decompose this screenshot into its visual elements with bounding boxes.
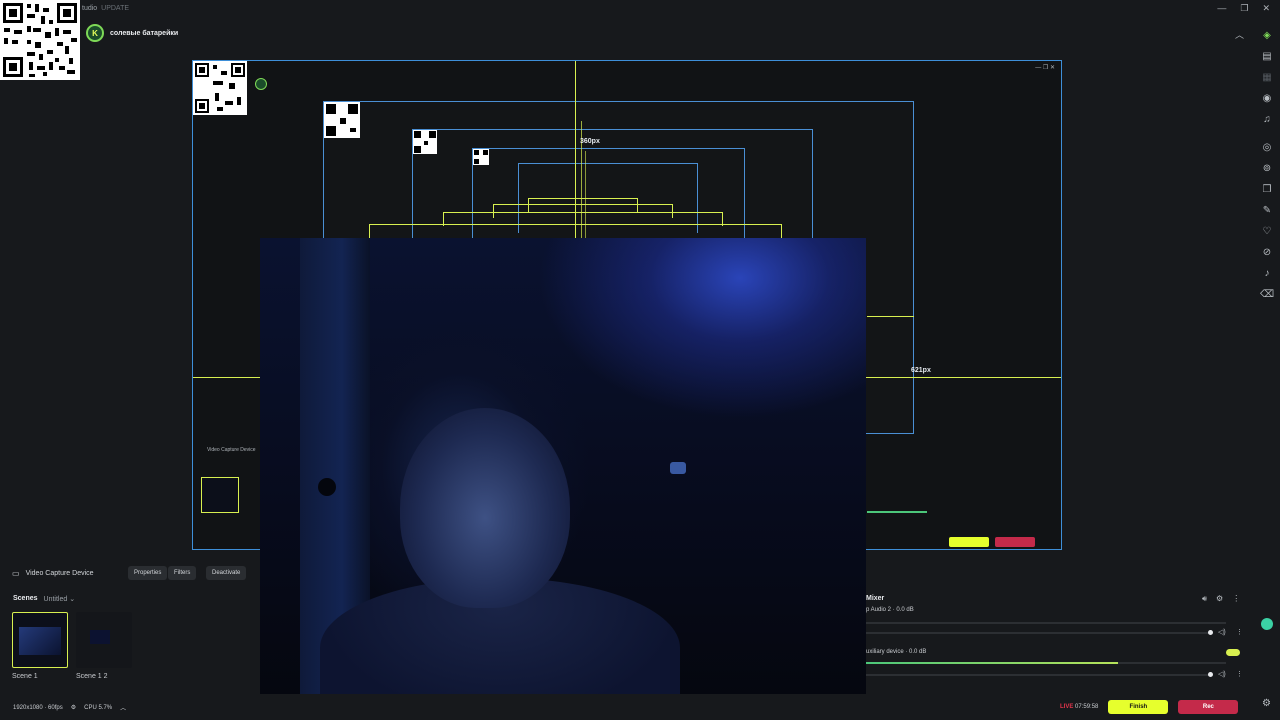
mixer-controls: 🔊︎ ⚙ ⋮ [1202, 594, 1240, 604]
studio-app: tudio UPDATE — ❐ ✕ K солевые батарейки ︿ [0, 0, 1280, 720]
channel-toggle[interactable] [1226, 649, 1240, 656]
mixer-channel-name: uxiliary device · 0.0 dB [866, 649, 927, 655]
scenes-header: Scenes Untitled ⌄ [13, 595, 75, 603]
chevron-up-icon[interactable]: ︿ [1235, 28, 1244, 41]
preview-logo-icon [255, 78, 267, 90]
resolution-label: 1920x1080 · 60fps [13, 704, 63, 711]
qr-code-icon [413, 130, 437, 154]
studio-logo-icon[interactable]: ◈ [1260, 29, 1274, 43]
bell-icon[interactable]: ♫ [1260, 113, 1274, 127]
scene-collection-dropdown[interactable]: Untitled ⌄ [44, 595, 76, 603]
window-controls: — ❐ ✕ [1217, 3, 1270, 14]
scene-thumbnail [19, 627, 61, 655]
source-bar: ▭ Video Capture Device [12, 566, 94, 580]
scene-card[interactable] [12, 612, 68, 668]
qr-code-icon [193, 61, 247, 115]
more-icon[interactable]: ⋮ [1236, 628, 1243, 636]
channel-name: солевые батарейки [110, 29, 179, 37]
scene-thumbnail [90, 630, 110, 644]
mixer-channel-slider[interactable] [866, 674, 1212, 676]
mixer-channel-slider[interactable] [866, 632, 1212, 634]
meter-fill [866, 662, 1118, 664]
app-name: tudio [82, 5, 98, 12]
live-timer: LIVE 07:59:58 [1060, 704, 1098, 710]
more-icon[interactable]: ⋮ [1236, 670, 1243, 678]
close-icon[interactable]: ✕ [1262, 3, 1270, 14]
minimize-icon[interactable]: — [1217, 3, 1226, 14]
speaker-icon[interactable]: ◁) [1218, 670, 1226, 678]
gear-icon[interactable]: ⚙ [1216, 594, 1223, 604]
maximize-icon[interactable]: ❐ [1240, 3, 1248, 14]
scenes-title: Scenes [13, 595, 38, 602]
scene-label: Scene 1 2 [76, 673, 108, 680]
mixer-title: Mixer [866, 595, 885, 602]
layout-icon[interactable]: ▤ [1260, 50, 1274, 64]
properties-button[interactable]: Properties [128, 566, 168, 580]
volume-knob[interactable] [1208, 672, 1213, 677]
title-bar: tudio UPDATE — ❐ ✕ [0, 0, 1280, 18]
finish-button[interactable]: Finish [1108, 700, 1169, 714]
heart-icon[interactable]: ♡ [1260, 225, 1274, 239]
nested-scene-card [201, 477, 239, 513]
scene-label: Scene 1 [12, 673, 38, 680]
rec-button[interactable]: Rec [1178, 700, 1239, 714]
width-label: 621px [911, 367, 931, 374]
status-bar-left: 1920x1080 · 60fps ⚙ CPU 5.7% ︿ [13, 703, 126, 713]
webcam-dark-spot [318, 478, 336, 496]
nested-source-label: Video Capture Device [207, 447, 256, 453]
right-sidebar: ◈ ▤ ▦ ◉ ♫ ◎ ⊚ ❒ ✎ ♡ ⊘ ♪ ⌫ [1254, 22, 1280, 720]
app-title: tudio UPDATE [82, 5, 129, 12]
support-chat-icon[interactable] [1261, 618, 1273, 630]
nested-meter [867, 511, 927, 513]
mixer-channel-meter [866, 662, 1226, 664]
deactivate-button[interactable]: Deactivate [206, 566, 247, 580]
status-bar-right: LIVE 07:59:58 Finish Rec [1060, 700, 1239, 714]
qr-code-icon [324, 102, 360, 138]
nested-finish-button [949, 537, 989, 547]
qr-code-icon [0, 0, 80, 80]
brush-icon[interactable]: ✎ [1260, 204, 1274, 218]
webcam-light-source [670, 462, 686, 474]
copy-icon[interactable]: ❒ [1260, 183, 1274, 197]
size-bracket [528, 198, 638, 212]
gear-icon[interactable]: ⚙ [71, 704, 76, 711]
height-label: 360px [580, 138, 600, 145]
source-name: Video Capture Device [25, 569, 94, 577]
webcam-video [260, 238, 866, 694]
speaker-icon[interactable]: 🔊︎ [1202, 594, 1207, 604]
camera-icon[interactable]: ◎ [1260, 141, 1274, 155]
webcam-person-head [400, 408, 570, 608]
mixer-channel-meter [866, 622, 1226, 624]
nested-rec-button [995, 537, 1035, 547]
settings-gear-icon[interactable]: ⚙ [1262, 698, 1271, 709]
mixer-channel-name: p Audio 2 · 0.0 dB [866, 607, 914, 613]
grid-icon[interactable]: ▦ [1260, 71, 1274, 85]
volume-knob[interactable] [1208, 630, 1213, 635]
video-source-icon: ▭ [12, 568, 20, 578]
cpu-label: CPU 5.7% [84, 704, 113, 711]
trash-icon[interactable]: ⌫ [1260, 288, 1274, 302]
channel-logo-icon[interactable]: K [86, 24, 104, 42]
scene-card[interactable] [76, 612, 132, 668]
chevron-up-icon[interactable]: ︿ [120, 703, 126, 712]
tag-icon[interactable]: ⊘ [1260, 246, 1274, 260]
filters-button[interactable]: Filters [168, 566, 197, 580]
stream-timer: 07:59:58 [1075, 704, 1099, 710]
size-bracket [369, 224, 782, 238]
update-link[interactable]: UPDATE [101, 5, 129, 12]
channel-header: K солевые батарейки [86, 22, 178, 44]
live-badge: LIVE [1060, 704, 1074, 710]
qr-code-icon [473, 149, 489, 165]
webcam-icon[interactable]: ⊚ [1260, 162, 1274, 176]
chat-icon[interactable]: ◉ [1260, 92, 1274, 106]
more-icon[interactable]: ⋮ [1232, 594, 1240, 604]
horizontal-guide [867, 316, 914, 317]
preview-window-controls: — ❐ ✕ [1035, 65, 1055, 71]
speaker-icon[interactable]: ◁) [1218, 628, 1226, 636]
music-icon[interactable]: ♪ [1260, 267, 1274, 281]
